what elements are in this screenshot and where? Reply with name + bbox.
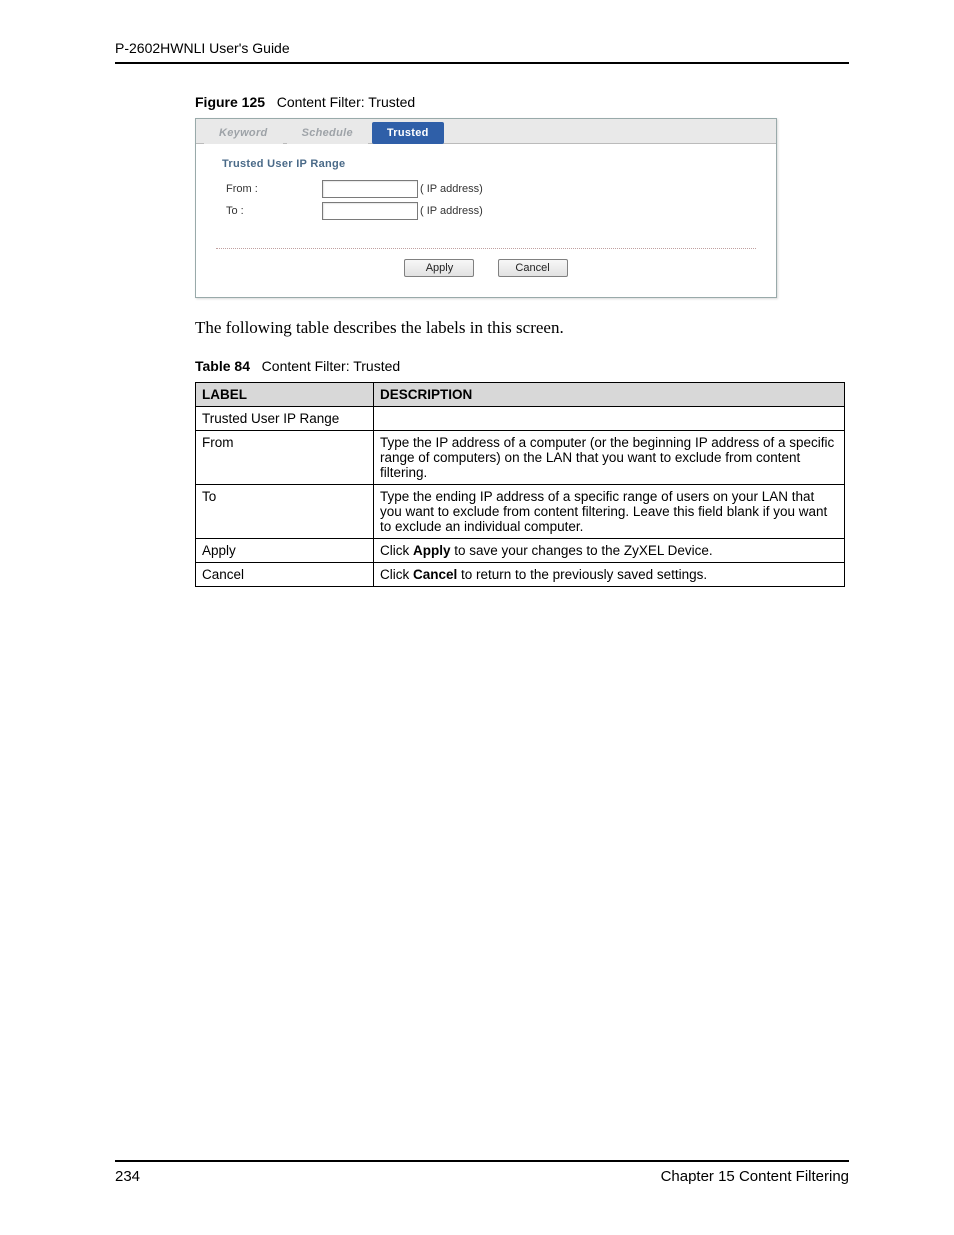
table-label: Table 84 (195, 358, 250, 374)
page-header: P-2602HWNLI User's Guide (115, 40, 849, 64)
tab-trusted[interactable]: Trusted (372, 122, 444, 144)
description-table: LABEL DESCRIPTION Trusted User IP Range … (195, 382, 845, 587)
page-footer: 234 Chapter 15 Content Filtering (115, 1160, 849, 1185)
table-row: To Type the ending IP address of a speci… (196, 485, 845, 539)
from-hint: ( IP address) (420, 183, 483, 195)
intro-paragraph: The following table describes the labels… (195, 318, 849, 338)
cell-label: Trusted User IP Range (196, 407, 374, 431)
cell-desc (374, 407, 845, 431)
tab-schedule[interactable]: Schedule (287, 122, 368, 144)
cell-label: To (196, 485, 374, 539)
table-row: Apply Click Apply to save your changes t… (196, 539, 845, 563)
tab-body-trusted: Trusted User IP Range From : ( IP addres… (196, 144, 776, 297)
figure-label: Figure 125 (195, 94, 265, 110)
from-input[interactable] (322, 180, 418, 198)
button-row: Apply Cancel (216, 248, 756, 277)
cell-desc: Click Apply to save your changes to the … (374, 539, 845, 563)
figure-title: Content Filter: Trusted (277, 94, 416, 110)
table-caption: Table 84 Content Filter: Trusted (195, 358, 849, 374)
figure-caption: Figure 125 Content Filter: Trusted (195, 94, 849, 110)
tab-strip: Keyword Schedule Trusted (196, 119, 776, 144)
from-label: From : (226, 183, 322, 195)
screenshot-panel: Keyword Schedule Trusted Trusted User IP… (195, 118, 777, 298)
table-row: Cancel Click Cancel to return to the pre… (196, 563, 845, 587)
chapter-label: Chapter 15 Content Filtering (661, 1168, 849, 1185)
cell-label: Cancel (196, 563, 374, 587)
to-label: To : (226, 205, 322, 217)
document-page: P-2602HWNLI User's Guide Figure 125 Cont… (0, 0, 954, 1235)
table-title: Content Filter: Trusted (262, 358, 401, 374)
tab-keyword[interactable]: Keyword (204, 122, 283, 144)
from-row: From : ( IP address) (226, 180, 756, 198)
cell-desc: Click Cancel to return to the previously… (374, 563, 845, 587)
cell-desc: Type the IP address of a computer (or th… (374, 431, 845, 485)
table-row: Trusted User IP Range (196, 407, 845, 431)
to-row: To : ( IP address) (226, 202, 756, 220)
cell-label: Apply (196, 539, 374, 563)
to-hint: ( IP address) (420, 205, 483, 217)
section-title: Trusted User IP Range (222, 158, 756, 170)
col-description: DESCRIPTION (374, 383, 845, 407)
page-number: 234 (115, 1168, 140, 1185)
table-row: From Type the IP address of a computer (… (196, 431, 845, 485)
apply-button[interactable]: Apply (404, 259, 474, 277)
to-input[interactable] (322, 202, 418, 220)
col-label: LABEL (196, 383, 374, 407)
cell-desc: Type the ending IP address of a specific… (374, 485, 845, 539)
cell-label: From (196, 431, 374, 485)
table-header-row: LABEL DESCRIPTION (196, 383, 845, 407)
cancel-button[interactable]: Cancel (498, 259, 568, 277)
